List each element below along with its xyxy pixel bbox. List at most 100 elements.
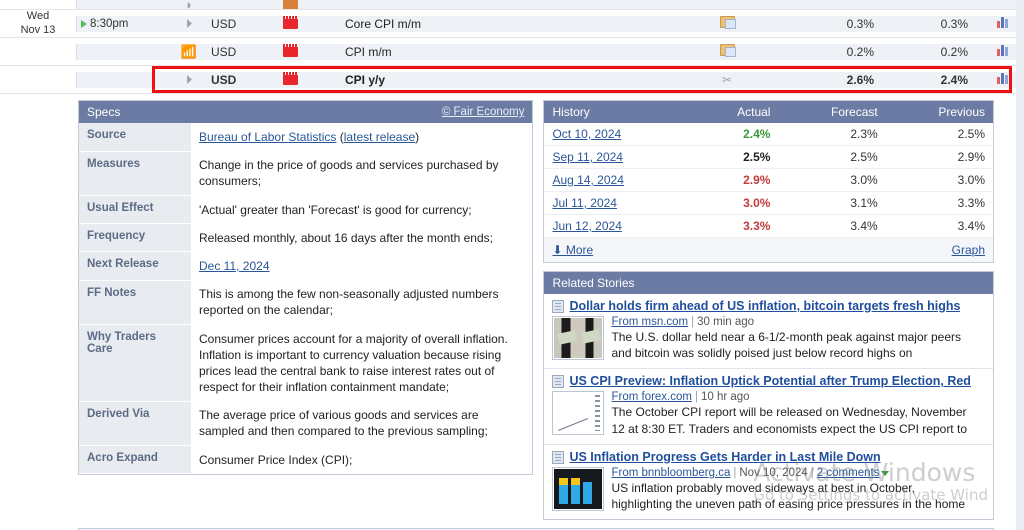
list-item[interactable]: Dollar holds firm ahead of US inflation,…	[544, 294, 993, 370]
event-time: 8:30pm	[81, 18, 167, 30]
line-chart-thumbnail	[554, 393, 603, 434]
history-previous: 3.0%	[885, 168, 993, 192]
folder-detail-icon[interactable]	[690, 16, 764, 31]
story-source-link[interactable]: From forex.com	[611, 391, 692, 403]
event-title[interactable]: Core CPI m/m	[345, 17, 690, 31]
story-summary: The U.S. dollar held near a 6-1/2-month …	[611, 330, 961, 361]
impact-icon-partial	[275, 0, 345, 9]
specs-row: Usual Effect 'Actual' greater than 'Fore…	[79, 195, 532, 225]
history-actual: 2.9%	[694, 168, 779, 192]
more-link[interactable]: ⬇ More	[552, 243, 593, 257]
specs-value: Consumer prices account for a majority o…	[199, 331, 508, 395]
wifi-alert-icon[interactable]: 📶	[167, 44, 211, 60]
event-title[interactable]: CPI m/m	[345, 45, 690, 59]
forecast-value: 0.2%	[940, 44, 968, 59]
source-link[interactable]: Bureau of Labor Statistics	[199, 130, 336, 144]
story-time: Nov 10, 2024	[739, 466, 808, 479]
table-row[interactable]: Aug 14, 2024 2.9% 3.0% 3.0%	[544, 168, 993, 192]
story-title-link[interactable]: US CPI Preview: Inflation Uptick Potenti…	[569, 374, 970, 388]
history-col-actual: Actual	[694, 101, 779, 123]
history-date-link[interactable]: Sep 11, 2024	[552, 150, 623, 164]
forecast-value: 2.4%	[940, 72, 968, 87]
specs-table: Source Bureau of Labor Statistics (lates…	[79, 123, 532, 475]
calendar-row[interactable]: Wed Nov 13 8:30pm ⏵ USD Core CPI m/m 0.3…	[0, 10, 1024, 38]
history-forecast: 2.5%	[778, 145, 886, 169]
story-title-link[interactable]: Dollar holds firm ahead of US inflation,…	[569, 299, 960, 313]
specs-row: Why Traders Care Consumer prices account…	[79, 324, 532, 402]
actual-value: 0.3%	[846, 16, 874, 31]
history-date-link[interactable]: Oct 10, 2024	[552, 127, 621, 141]
specs-key: Frequency	[79, 223, 191, 253]
alert-icon-partial: ◗	[185, 0, 193, 10]
history-actual: 2.4%	[694, 123, 779, 146]
sound-wave-icon[interactable]: ⏵	[167, 72, 211, 88]
specs-key: Next Release	[79, 251, 191, 281]
graph-link[interactable]: Graph	[952, 243, 985, 257]
history-col-forecast: Forecast	[778, 101, 886, 123]
story-title-link[interactable]: US Inflation Progress Gets Harder in Las…	[569, 450, 880, 464]
specs-key: Derived Via	[79, 401, 191, 447]
history-forecast: 2.3%	[778, 123, 886, 146]
specs-value: Released monthly, about 16 days after th…	[199, 230, 493, 245]
table-row[interactable]: Oct 10, 2024 2.4% 2.3% 2.5%	[544, 123, 993, 146]
table-row[interactable]: Sep 11, 2024 2.5% 2.5% 2.9%	[544, 145, 993, 169]
calendar-detail-page: ◗ Wed Nov 13 8:30pm ⏵ USD Core CPI m/m 0…	[0, 0, 1024, 530]
specs-key: Source	[79, 123, 191, 152]
related-stories-title: Related Stories	[552, 276, 635, 290]
specs-value: Consumer Price Index (CPI);	[199, 452, 353, 467]
article-icon	[552, 300, 565, 313]
specs-value: 'Actual' greater than 'Forecast' is good…	[199, 202, 472, 217]
history-date-link[interactable]: Jul 11, 2024	[552, 196, 617, 210]
specs-key: Acro Expand	[79, 445, 191, 475]
calendar-row[interactable]: 📶 USD CPI m/m 0.2% 0.2%	[0, 38, 1024, 66]
detail-panels: Specs © Fair Economy Source Bureau of La…	[0, 94, 1024, 528]
story-meta: From bnnbloomberg.ca | Nov 10, 2024 | 2 comm…	[611, 467, 985, 479]
bar-chart-thumbnail	[554, 468, 603, 509]
specs-row: Derived Via The average price of various…	[79, 401, 532, 447]
story-time: 30 min ago	[697, 316, 755, 328]
specs-panel-header: Specs © Fair Economy	[79, 101, 533, 123]
play-icon[interactable]	[81, 19, 87, 28]
related-stories-header: Related Stories	[544, 272, 993, 294]
table-row[interactable]: Jun 12, 2024 3.3% 3.4% 3.4%	[544, 214, 993, 238]
story-thumbnail[interactable]	[552, 391, 605, 436]
currency-label: USD	[211, 44, 237, 59]
table-row[interactable]: Jul 11, 2024 3.0% 3.1% 3.3%	[544, 191, 993, 215]
date-day: Nov 13	[20, 23, 56, 36]
story-source-link[interactable]: From msn.com	[611, 316, 688, 328]
calendar-row-selected[interactable]: ⏵ USD CPI y/y ✂ 2.6% 2.4%	[0, 66, 1024, 94]
event-title[interactable]: CPI y/y	[345, 73, 690, 87]
date-weekday: Wed	[26, 9, 50, 22]
story-comments-link[interactable]: 2 comments	[817, 467, 880, 479]
folder-detail-icon[interactable]	[690, 44, 764, 59]
history-col-previous: Previous	[885, 101, 993, 123]
history-date-link[interactable]: Aug 14, 2024	[552, 173, 623, 187]
story-source-link[interactable]: From bnnbloomberg.ca	[611, 467, 730, 479]
actual-value: 2.6%	[846, 72, 874, 87]
sound-wave-icon[interactable]: ⏵	[167, 16, 211, 32]
specs-row: Next Release Dec 11, 2024	[79, 251, 532, 281]
specs-key: FF Notes	[79, 280, 191, 326]
history-date-link[interactable]: Jun 12, 2024	[552, 219, 621, 233]
article-icon	[552, 450, 565, 464]
scissors-icon[interactable]: ✂	[690, 72, 764, 87]
history-forecast: 3.4%	[778, 214, 886, 238]
specs-value: The average price of various goods and s…	[199, 408, 488, 439]
story-summary: US inflation probably moved sideways at …	[611, 480, 966, 511]
next-release-link[interactable]: Dec 11, 2024	[199, 259, 270, 273]
impact-icon	[275, 43, 345, 60]
history-actual: 2.5%	[694, 145, 779, 169]
story-thumbnail[interactable]	[552, 316, 605, 360]
economic-calendar: ◗ Wed Nov 13 8:30pm ⏵ USD Core CPI m/m 0…	[0, 0, 1024, 94]
latest-release-link[interactable]: latest release	[344, 130, 415, 144]
fair-economy-link[interactable]: © Fair Economy	[442, 106, 525, 118]
list-item[interactable]: US CPI Preview: Inflation Uptick Potenti…	[544, 369, 993, 445]
story-thumbnail[interactable]	[552, 466, 605, 511]
list-item[interactable]: US Inflation Progress Gets Harder in Las…	[544, 445, 993, 519]
article-icon	[552, 375, 565, 389]
related-stories-panel: Related Stories Dollar holds firm ahead …	[543, 271, 994, 521]
specs-key: Measures	[79, 151, 191, 197]
specs-row: Source Bureau of Labor Statistics (lates…	[79, 123, 532, 152]
comments-expand-icon[interactable]	[881, 470, 890, 476]
history-actual: 3.3%	[694, 214, 779, 238]
